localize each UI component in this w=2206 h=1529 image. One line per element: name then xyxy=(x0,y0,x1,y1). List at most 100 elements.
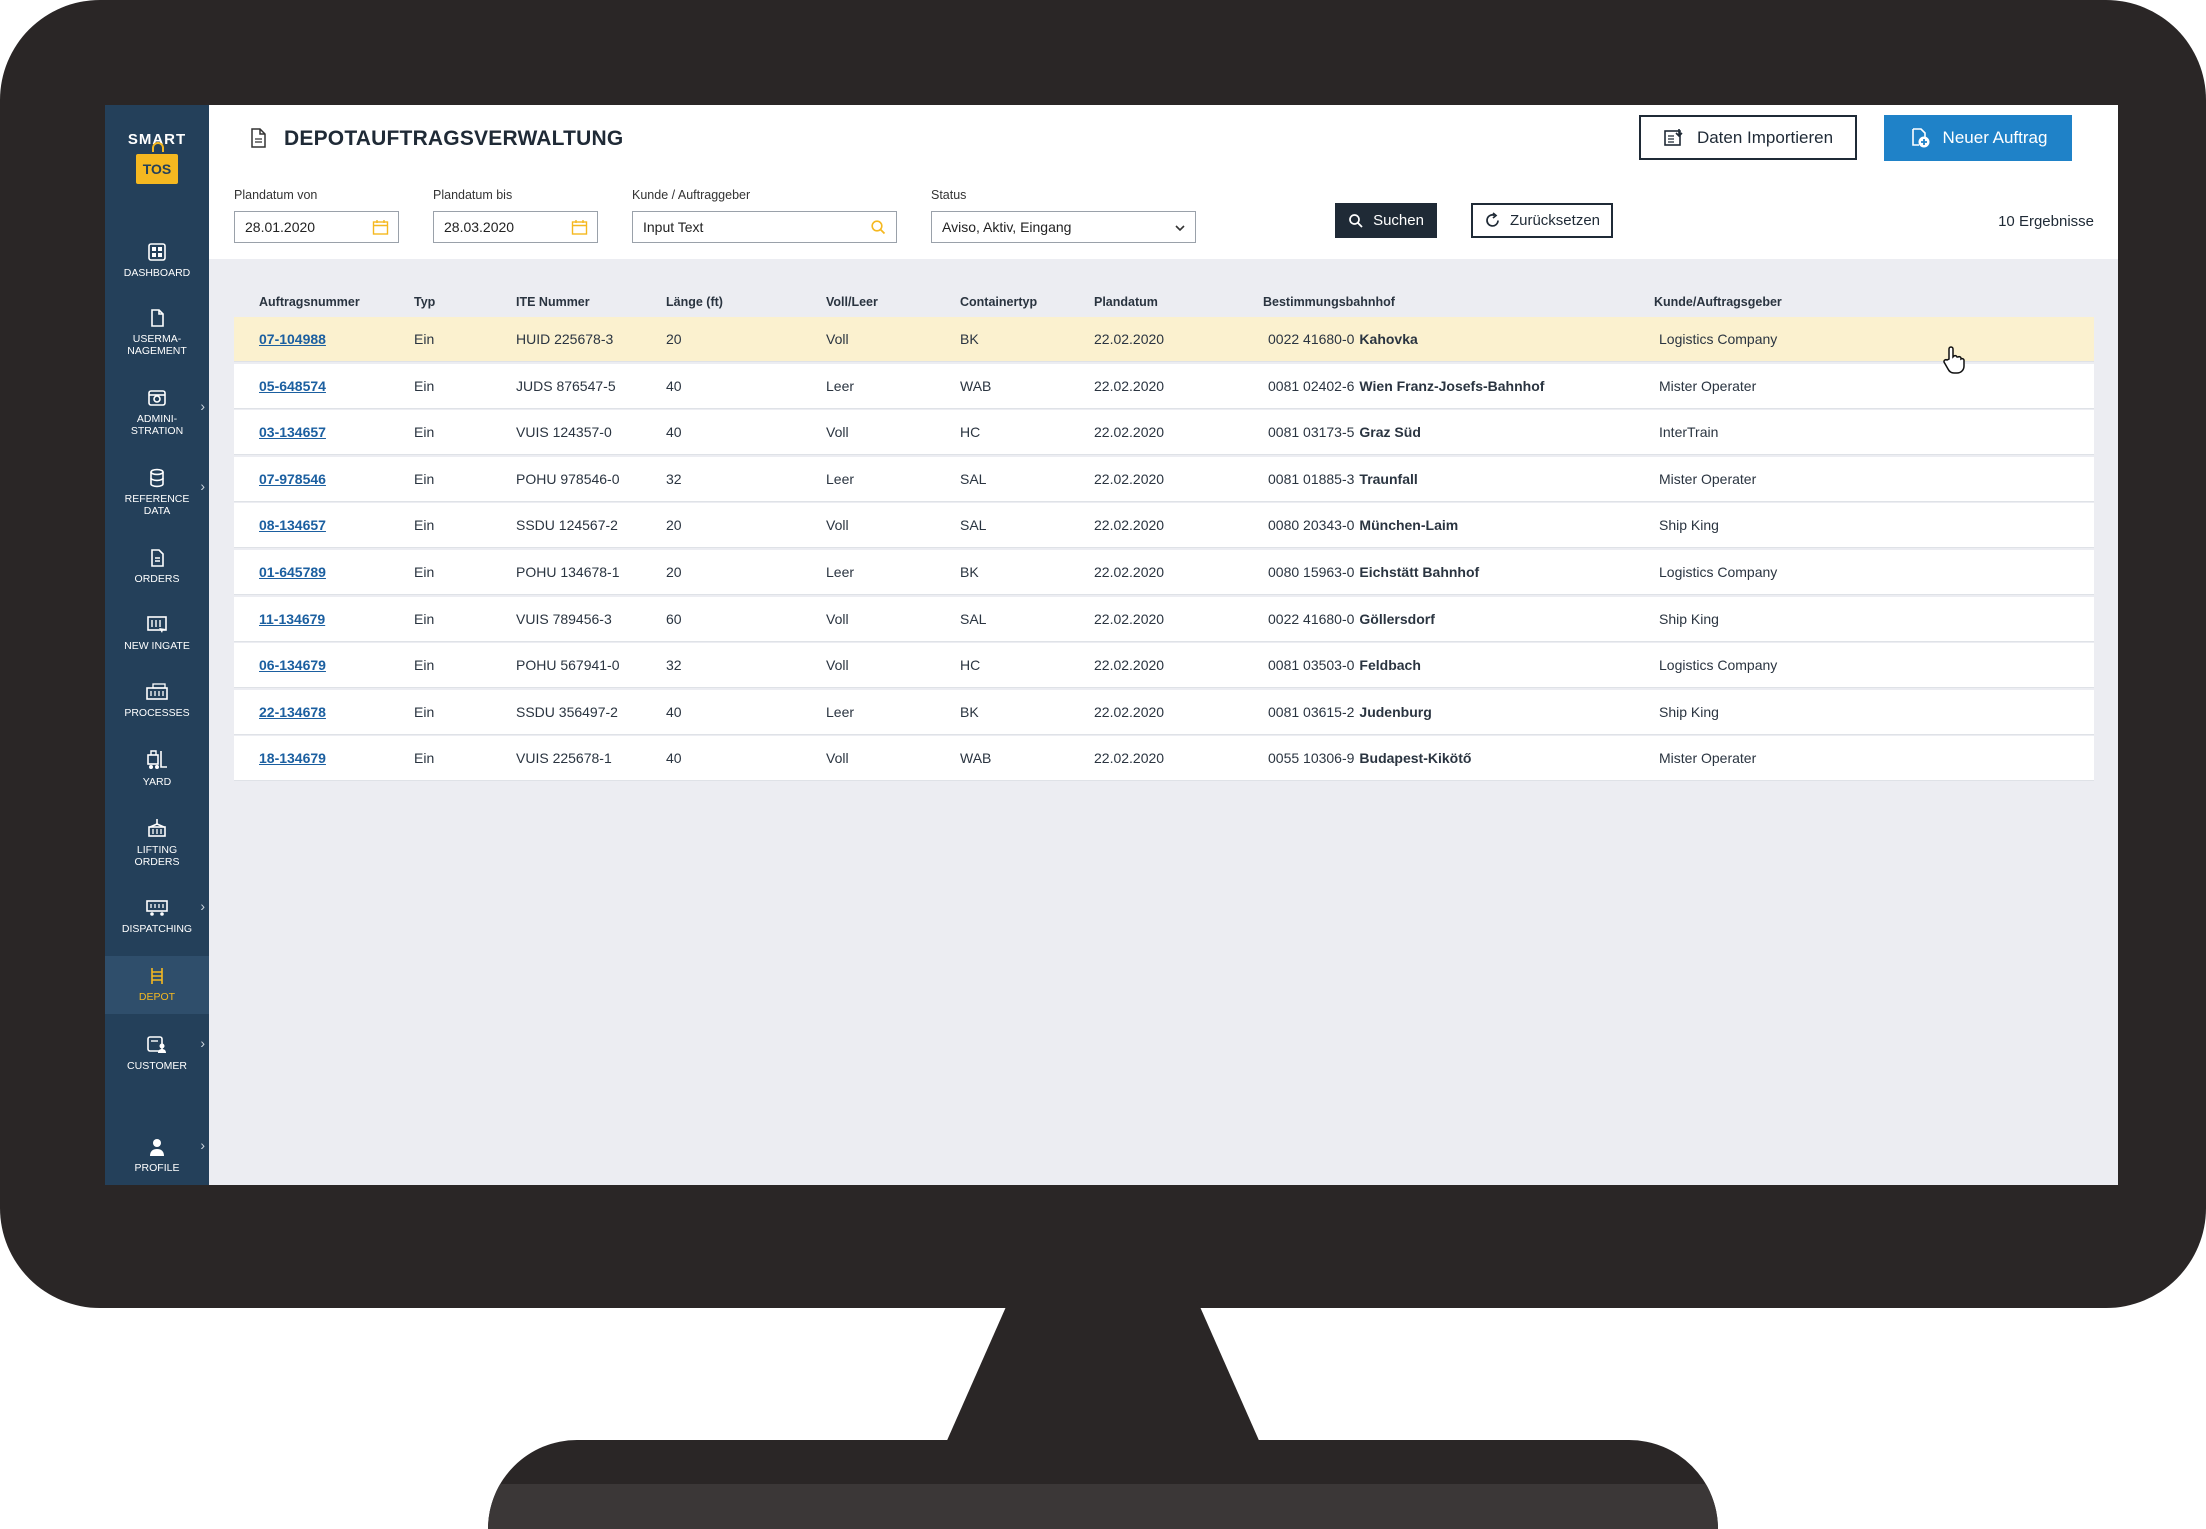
calendar-icon[interactable] xyxy=(372,219,389,236)
sidebar: SMART TOS DASHBOARD USERMA- NAGEMENT ADM… xyxy=(105,105,209,1185)
sidebar-item-dashboard[interactable]: DASHBOARD xyxy=(105,242,209,279)
cell-ite-number: VUIS 225678-1 xyxy=(516,750,612,767)
table-header: Auftragsnummer Typ ITE Nummer Länge (ft)… xyxy=(234,295,2094,319)
table-row[interactable]: 07-104988 Ein HUID 225678-3 20 Voll BK 22.02.2… xyxy=(234,317,2094,362)
table-row[interactable]: 03-134657 Ein VUIS 124357-0 40 Voll HC 22.02.2… xyxy=(234,410,2094,456)
table-row[interactable]: 11-134679 Ein VUIS 789456-3 60 Voll SAL 22.02.… xyxy=(234,596,2094,642)
sidebar-item-lifting-orders[interactable]: LIFTING ORDERS xyxy=(105,817,209,868)
user-icon xyxy=(150,1139,164,1156)
cell-container-type: HC xyxy=(960,657,981,674)
station-code: 0081 03503-0 xyxy=(1268,657,1355,674)
column-header[interactable]: Typ xyxy=(414,295,435,309)
date-from-input[interactable]: 28.01.2020 xyxy=(234,211,399,243)
column-header[interactable]: Auftragsnummer xyxy=(259,295,360,309)
import-data-button[interactable]: Daten Importieren xyxy=(1639,115,1857,160)
customer-input[interactable]: Input Text xyxy=(632,211,897,243)
sidebar-item-dispatching[interactable]: DISPATCHING › xyxy=(105,898,209,935)
cell-container-type: WAB xyxy=(960,750,992,767)
search-icon xyxy=(1349,213,1363,228)
cell-length: 20 xyxy=(666,517,682,534)
sidebar-item-customer[interactable]: CUSTOMER › xyxy=(105,1035,209,1072)
logo[interactable]: SMART TOS xyxy=(105,131,209,184)
sidebar-item-processes[interactable]: PROCESSES xyxy=(105,682,209,719)
cell-full-empty: Voll xyxy=(826,517,849,534)
cell-plan-date: 22.02.2020 xyxy=(1094,377,1165,394)
sidebar-item-label: DISPATCHING xyxy=(121,923,193,935)
station-code: 0022 41680-0 xyxy=(1268,331,1355,347)
column-header[interactable]: Voll/Leer xyxy=(826,295,878,309)
cell-destination-station: 0080 15963-0 Eichstätt Bahnhof xyxy=(1268,564,1479,580)
new-order-button[interactable]: Neuer Auftrag xyxy=(1884,115,2072,161)
cell-destination-station: 0055 10306-9 Budapest-Kikötő xyxy=(1268,750,1471,766)
order-number-link[interactable]: 11-134679 xyxy=(259,611,325,627)
order-number-link[interactable]: 08-134657 xyxy=(259,517,326,533)
cell-length: 20 xyxy=(666,564,682,580)
order-number-link[interactable]: 03-134657 xyxy=(259,424,326,440)
sidebar-item-orders[interactable]: ORDERS xyxy=(105,548,209,585)
database-icon xyxy=(150,468,164,488)
column-header[interactable]: Länge (ft) xyxy=(666,295,723,309)
order-number-link[interactable]: 01-645789 xyxy=(259,564,326,580)
document-icon xyxy=(251,128,266,148)
cell-plan-date: 22.02.2020 xyxy=(1094,517,1165,534)
sidebar-item-label: ADMINI- STRATION xyxy=(130,413,184,437)
cell-plan-date: 22.02.2020 xyxy=(1094,750,1165,767)
refresh-icon xyxy=(1486,212,1499,227)
station-code: 0081 03173-5 xyxy=(1268,424,1355,441)
sidebar-item-label: CUSTOMER xyxy=(127,1060,187,1072)
calendar-icon[interactable] xyxy=(571,219,588,236)
sidebar-item-reference-data[interactable]: REFERENCE DATA › xyxy=(105,468,209,517)
column-header[interactable]: Containertyp xyxy=(960,295,1037,309)
lifting-icon xyxy=(148,819,166,837)
order-number-link[interactable]: 18-134679 xyxy=(259,750,326,766)
table-row[interactable]: 18-134679 Ein VUIS 225678-1 40 Voll WAB 22.02.… xyxy=(234,736,2094,782)
cell-full-empty: Leer xyxy=(826,703,855,720)
column-header[interactable]: Bestimmungsbahnhof xyxy=(1263,295,1395,309)
cell-full-empty: Voll xyxy=(826,424,849,441)
order-number-link[interactable]: 07-978546 xyxy=(259,471,326,487)
table-row[interactable]: 07-978546 Ein POHU 978546-0 32 Leer SAL 22.02.… xyxy=(234,456,2094,502)
sidebar-item-administration[interactable]: ADMINI- STRATION › xyxy=(105,388,209,437)
table-row[interactable]: 06-134679 Ein POHU 567941-0 32 Voll HC 22.02.2… xyxy=(234,643,2094,689)
sidebar-item-label: NEW INGATE xyxy=(124,640,190,652)
sidebar-item-usermanagement[interactable]: USERMA- NAGEMENT xyxy=(105,308,209,357)
date-to-input[interactable]: 28.03.2020 xyxy=(433,211,598,243)
import-data-label: Daten Importieren xyxy=(1696,127,1834,147)
column-header[interactable]: Kunde/Auftragsgeber xyxy=(1654,295,1782,309)
sidebar-item-yard[interactable]: YARD xyxy=(105,749,209,788)
cell-destination-station: 0081 02402-6 Wien Franz-Josefs-Bahnhof xyxy=(1268,378,1544,394)
cell-ite-number: VUIS 124357-0 xyxy=(516,424,612,441)
cell-length: 60 xyxy=(666,610,682,627)
cell-ite-number: POHU 134678-1 xyxy=(516,564,620,580)
table-row[interactable]: 08-134657 Ein SSDU 124567-2 20 Voll SAL 22.02.… xyxy=(234,503,2094,549)
column-header[interactable]: Plandatum xyxy=(1094,295,1158,309)
cell-customer: Mister Operater xyxy=(1659,470,1757,487)
cell-plan-date: 22.02.2020 xyxy=(1094,424,1165,441)
order-number-link[interactable]: 05-648574 xyxy=(259,378,326,394)
cell-container-type: WAB xyxy=(960,377,992,394)
status-select[interactable]: Aviso, Aktiv, Eingang xyxy=(931,211,1196,243)
station-code: 0055 10306-9 xyxy=(1268,750,1355,767)
sidebar-item-new-ingate[interactable]: NEW INGATE xyxy=(105,615,209,652)
cell-plan-date: 22.02.2020 xyxy=(1094,610,1165,627)
cell-container-type: HC xyxy=(960,424,981,441)
table-row[interactable]: 05-648574 Ein JUDS 876547-5 40 Leer WAB 22.02.… xyxy=(234,363,2094,409)
column-header[interactable]: ITE Nummer xyxy=(516,295,590,309)
cell-customer: Mister Operater xyxy=(1659,750,1757,767)
table-row[interactable]: 22-134678 Ein SSDU 356497-2 40 Leer BK 22.02.2… xyxy=(234,689,2094,735)
order-number-link[interactable]: 07-104988 xyxy=(259,331,326,347)
reset-button[interactable]: Zurücksetzen xyxy=(1471,203,1613,238)
sidebar-item-profile[interactable]: PROFILE › xyxy=(105,1137,209,1174)
search-button[interactable]: Suchen xyxy=(1335,203,1437,238)
cell-length: 40 xyxy=(666,424,682,441)
cell-full-empty: Leer xyxy=(826,564,855,580)
station-name: Wien Franz-Josefs-Bahnhof xyxy=(1359,377,1545,394)
cell-ite-number: VUIS 789456-3 xyxy=(516,610,612,627)
station-name: Judenburg xyxy=(1359,703,1432,720)
order-number-link[interactable]: 22-134678 xyxy=(259,704,326,720)
cell-type: Ein xyxy=(414,331,435,347)
cell-container-type: SAL xyxy=(960,470,987,487)
order-number-link[interactable]: 06-134679 xyxy=(259,657,326,673)
table-row[interactable]: 01-645789 Ein POHU 134678-1 20 Leer BK 22.02.2… xyxy=(234,550,2094,595)
sidebar-item-depot[interactable]: DEPOT xyxy=(105,956,209,1014)
